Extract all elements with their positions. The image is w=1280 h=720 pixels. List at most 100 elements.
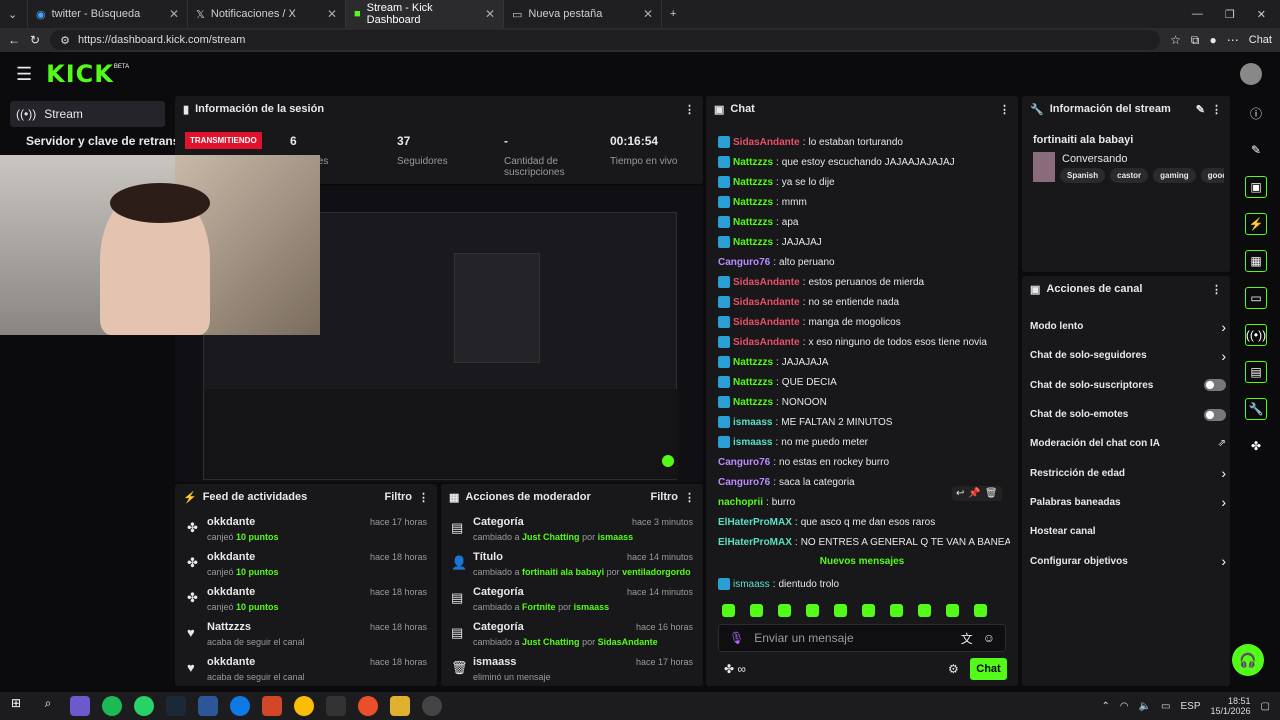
language-indicator[interactable]: ESP bbox=[1180, 701, 1200, 712]
search-icon[interactable]: ⌕ bbox=[38, 696, 58, 716]
chat-input[interactable]: 🎙 Enviar un mensaje 文 ☺ bbox=[718, 624, 1006, 652]
browser-tab[interactable]: ◉ twitter - Búsqueda ✕ bbox=[28, 0, 188, 28]
new-tab-button[interactable]: + bbox=[662, 0, 684, 28]
feed-username[interactable]: Nattzzzs bbox=[207, 621, 251, 633]
chat-username[interactable]: Nattzzzs bbox=[733, 377, 773, 388]
battery-icon[interactable]: ▭ bbox=[1161, 701, 1170, 712]
toggle-switch[interactable] bbox=[1204, 408, 1226, 421]
delete-icon[interactable]: 🗑 bbox=[985, 488, 998, 499]
settings-icon[interactable]: ⚙ bbox=[948, 662, 959, 676]
chat-username[interactable]: SidasAndante bbox=[733, 277, 800, 288]
chat-username[interactable]: Nattzzzs bbox=[733, 157, 773, 168]
chat-username[interactable]: Nattzzzs bbox=[733, 177, 773, 188]
send-chat-button[interactable]: Chat bbox=[970, 658, 1007, 680]
channel-action-item[interactable]: Configurar objetivos › bbox=[1030, 546, 1226, 575]
chat-username[interactable]: ismaass bbox=[733, 417, 772, 428]
chat-username[interactable]: ismaass bbox=[733, 579, 770, 590]
points-icon[interactable]: ✤ bbox=[1245, 435, 1267, 457]
filter-button[interactable]: Filtro bbox=[651, 491, 679, 503]
hamburger-menu-icon[interactable]: ☰ bbox=[16, 64, 32, 85]
kick-logo[interactable]: KICK bbox=[46, 60, 114, 88]
emoji-icon[interactable]: ☺ bbox=[983, 631, 995, 645]
chrome-icon[interactable] bbox=[294, 696, 314, 716]
feed-username[interactable]: okkdante bbox=[207, 551, 255, 563]
star-icon[interactable]: ☆ bbox=[1170, 33, 1181, 47]
stream-tag[interactable]: Spanish bbox=[1060, 168, 1106, 183]
notification-icon[interactable]: ▢ bbox=[1261, 701, 1270, 712]
sidebar-item-stream[interactable]: ((•)) Stream bbox=[10, 101, 165, 127]
screen-icon[interactable]: ▣ bbox=[1245, 176, 1267, 198]
chat-username[interactable]: SidasAndante bbox=[733, 317, 800, 328]
feed-username[interactable]: okkdante bbox=[207, 516, 255, 528]
whatsapp-icon[interactable] bbox=[134, 696, 154, 716]
extensions-icon[interactable]: ⧉ bbox=[1191, 33, 1200, 48]
discord-icon[interactable] bbox=[70, 696, 90, 716]
info-icon[interactable]: ⓘ bbox=[1245, 102, 1267, 124]
toggle-switch[interactable] bbox=[1204, 379, 1226, 392]
channel-action-item[interactable]: Moderación del chat con IA ⇗ bbox=[1030, 429, 1226, 458]
browser-tab[interactable]: ▭ Nueva pestaña ✕ bbox=[504, 0, 662, 28]
edit-icon[interactable]: ✎ bbox=[1196, 103, 1205, 116]
browser-tab[interactable]: 𝕏 Notificaciones / X ✕ bbox=[188, 0, 346, 28]
emote-icon[interactable] bbox=[918, 604, 931, 617]
reload-icon[interactable]: ↻ bbox=[30, 33, 40, 47]
stream-tag[interactable]: goodb bbox=[1200, 168, 1224, 183]
pencil-icon[interactable]: ✎ bbox=[1245, 139, 1267, 161]
close-icon[interactable]: ✕ bbox=[643, 7, 653, 21]
profile-icon[interactable]: ● bbox=[1210, 33, 1217, 47]
chat-username[interactable]: SidasAndante bbox=[733, 297, 800, 308]
back-icon[interactable]: ← bbox=[8, 33, 20, 47]
chat-username[interactable]: ismaass bbox=[733, 437, 772, 448]
emote-icon[interactable] bbox=[806, 604, 819, 617]
mod-action-user[interactable]: ismaass bbox=[574, 602, 610, 612]
stream-tag[interactable]: gaming bbox=[1153, 168, 1196, 183]
broadcast-icon[interactable]: ((•)) bbox=[1245, 324, 1267, 346]
more-options-icon[interactable]: ⋮ bbox=[684, 103, 695, 116]
spotify-icon[interactable] bbox=[102, 696, 122, 716]
volume-icon[interactable]: 🔈 bbox=[1139, 701, 1151, 712]
word-icon[interactable] bbox=[198, 696, 218, 716]
chat-username[interactable]: Canguro76 bbox=[718, 457, 770, 468]
chat-icon[interactable]: ▭ bbox=[1245, 287, 1267, 309]
emote-icon[interactable] bbox=[834, 604, 847, 617]
points-icon[interactable]: ✤ ∞ bbox=[724, 662, 746, 676]
clock[interactable]: 18:51 15/1/2026 bbox=[1211, 696, 1251, 716]
obs-icon[interactable] bbox=[422, 696, 442, 716]
emote-icon[interactable] bbox=[890, 604, 903, 617]
microphone-icon[interactable]: 🎙 bbox=[729, 631, 744, 645]
powerpoint-icon[interactable] bbox=[262, 696, 282, 716]
mod-action-user[interactable]: SidasAndante bbox=[598, 637, 658, 647]
support-button[interactable]: 🎧 bbox=[1232, 644, 1264, 676]
copilot-chat-button[interactable]: Chat bbox=[1249, 34, 1272, 46]
app-icon-2[interactable] bbox=[358, 696, 378, 716]
chat-username[interactable]: ElHaterProMAX bbox=[718, 537, 792, 548]
windows-start-icon[interactable]: ⊞ bbox=[6, 696, 26, 716]
avatar[interactable] bbox=[1240, 63, 1262, 85]
steam-icon[interactable] bbox=[166, 696, 186, 716]
emote-icon[interactable] bbox=[862, 604, 875, 617]
chat-username[interactable]: Nattzzzs bbox=[733, 237, 773, 248]
channel-action-item[interactable]: Hostear canal bbox=[1030, 517, 1226, 546]
more-options-icon[interactable]: ⋮ bbox=[1211, 283, 1222, 296]
more-options-icon[interactable]: ⋮ bbox=[418, 491, 429, 504]
channel-action-item[interactable]: Restricción de edad › bbox=[1030, 458, 1226, 487]
chat-username[interactable]: Canguro76 bbox=[718, 257, 770, 268]
wifi-icon[interactable]: ◠ bbox=[1120, 701, 1129, 712]
translate-icon[interactable]: 文 bbox=[961, 630, 973, 647]
chat-username[interactable]: SidasAndante bbox=[733, 137, 800, 148]
chat-username[interactable]: Canguro76 bbox=[718, 477, 770, 488]
channel-action-item[interactable]: Modo lento › bbox=[1030, 312, 1226, 341]
video-icon[interactable]: ▤ bbox=[1245, 361, 1267, 383]
chat-username[interactable]: Nattzzzs bbox=[733, 217, 773, 228]
more-options-icon[interactable]: ⋮ bbox=[684, 491, 695, 504]
list-icon[interactable]: ▦ bbox=[1245, 250, 1267, 272]
more-options-icon[interactable]: ⋮ bbox=[999, 103, 1010, 116]
pin-icon[interactable]: 📌 bbox=[968, 488, 980, 499]
emote-icon[interactable] bbox=[722, 604, 735, 617]
wrench-icon[interactable]: 🔧 bbox=[1245, 398, 1267, 420]
feed-username[interactable]: okkdante bbox=[207, 586, 255, 598]
chat-username[interactable]: SidasAndante bbox=[733, 337, 800, 348]
mod-action-user[interactable]: ismaass bbox=[598, 532, 634, 542]
menu-dots-icon[interactable]: ⋯ bbox=[1227, 33, 1239, 47]
chat-username[interactable]: Nattzzzs bbox=[733, 357, 773, 368]
